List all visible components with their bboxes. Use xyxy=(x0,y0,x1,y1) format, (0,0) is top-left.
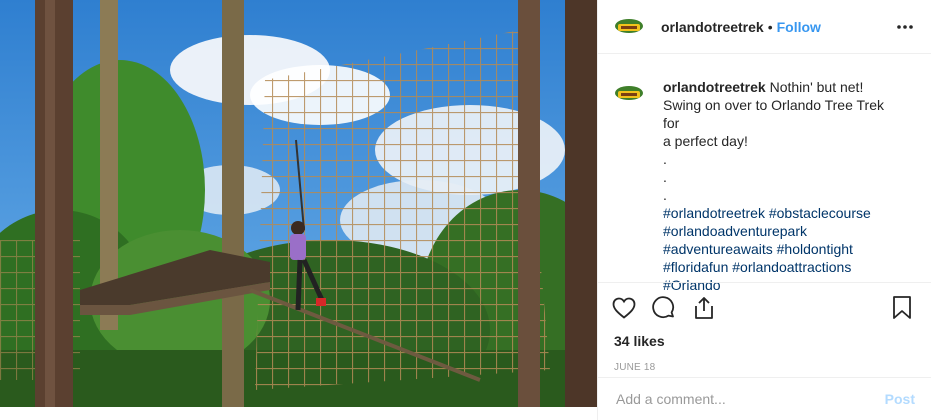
hashtag-line[interactable]: #orlandotreetrek #obstaclecourse xyxy=(663,204,903,222)
caption-line: . xyxy=(663,187,667,203)
more-options-icon[interactable] xyxy=(893,15,917,39)
comment-bar: Post xyxy=(598,377,931,420)
caption-username[interactable]: orlandotreetrek xyxy=(663,79,766,95)
instagram-post: orlandotreetrek • Follow orlandotreetrek… xyxy=(0,0,931,420)
hashtag-line[interactable]: #adventureawaits #holdontight xyxy=(663,240,903,258)
post-date[interactable]: JUNE 18 xyxy=(614,362,915,373)
tree-trek-logo-icon xyxy=(613,78,645,110)
caption-line: . xyxy=(663,169,667,185)
follow-button[interactable]: Follow xyxy=(777,19,821,35)
post-actions: 34 likes JUNE 18 xyxy=(598,282,931,373)
post-header: orlandotreetrek • Follow xyxy=(598,0,931,54)
hashtag-line[interactable]: #orlandoadventurepark xyxy=(663,222,903,240)
heart-icon[interactable] xyxy=(611,295,637,321)
header-username[interactable]: orlandotreetrek xyxy=(661,19,764,35)
action-icons xyxy=(611,293,915,323)
caption-text: orlandotreetrek Nothin' but net! Swing o… xyxy=(663,78,903,293)
caption-line: Nothin' but net! xyxy=(769,79,864,95)
account-avatar[interactable] xyxy=(613,10,645,43)
header-separator: • xyxy=(767,18,773,35)
post-photo[interactable] xyxy=(0,0,597,407)
hashtag-line[interactable]: #floridafun #orlandoattractions xyxy=(663,258,903,276)
post-sidebar: orlandotreetrek • Follow orlandotreetrek… xyxy=(597,0,931,420)
post-comment-button[interactable]: Post xyxy=(885,391,915,407)
caption-avatar[interactable] xyxy=(613,78,645,110)
bookmark-icon[interactable] xyxy=(889,295,915,321)
share-icon[interactable] xyxy=(691,295,717,321)
tree-trek-logo-icon xyxy=(613,10,645,43)
comment-icon[interactable] xyxy=(651,295,677,321)
ropes-course-photo xyxy=(0,0,597,407)
caption-line: Swing on over to Orlando Tree Trek for xyxy=(663,97,884,131)
likes-count[interactable]: 34 likes xyxy=(614,333,915,349)
post-caption: orlandotreetrek Nothin' but net! Swing o… xyxy=(598,54,931,293)
comment-input[interactable] xyxy=(614,390,885,408)
caption-line: a perfect day! xyxy=(663,133,748,149)
caption-line: . xyxy=(663,151,667,167)
